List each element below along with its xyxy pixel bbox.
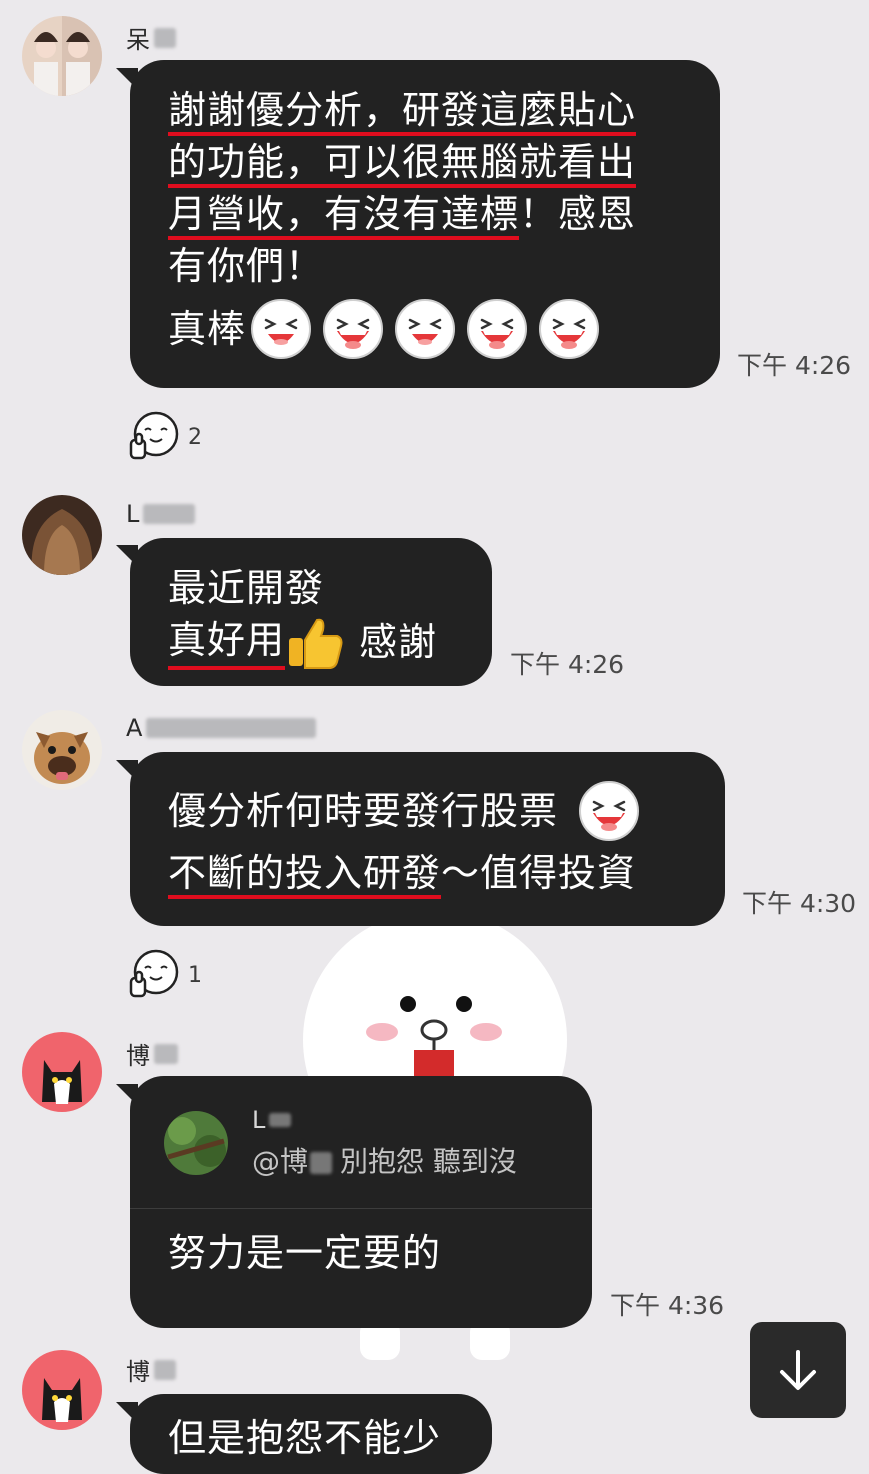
quote-text: @博 別抱怨 聽到沒 bbox=[252, 1145, 517, 1178]
avatar[interactable] bbox=[22, 710, 102, 790]
laughing-face-icon bbox=[394, 298, 456, 360]
message-text: 優分析何時要發行股票 不斷的投入研發～值得投資 bbox=[168, 780, 725, 904]
sender-name: 博 bbox=[126, 1352, 176, 1387]
scroll-to-bottom-button[interactable] bbox=[750, 1322, 846, 1418]
message-text: 但是抱怨不能少 bbox=[168, 1416, 442, 1460]
laughing-face-icon bbox=[466, 298, 528, 360]
message-bubble[interactable]: L @博 別抱怨 聽到沒 努力是一定要的 bbox=[130, 1076, 592, 1328]
arrow-down-icon bbox=[780, 1350, 816, 1390]
message-text: 努力是一定要的 bbox=[168, 1231, 442, 1275]
avatar[interactable] bbox=[22, 1350, 102, 1430]
sender-name: 呆 bbox=[126, 20, 176, 55]
message-text: 謝謝優分析，研發這麼貼心 的功能，可以很無腦就看出 月營收，有沒有達標！感恩 有… bbox=[168, 84, 720, 360]
message-time: 下午 4:36 bbox=[610, 1291, 725, 1320]
thumbs-up-face-sticker-icon bbox=[128, 410, 182, 464]
message-bubble[interactable]: 謝謝優分析，研發這麼貼心 的功能，可以很無腦就看出 月營收，有沒有達標！感恩 有… bbox=[130, 60, 720, 388]
quote-avatar bbox=[164, 1111, 228, 1175]
thumbs-up-face-sticker-icon bbox=[128, 948, 182, 1002]
message-bubble[interactable]: 最近開發 真好用 感謝 bbox=[130, 538, 492, 686]
sender-name: L bbox=[126, 500, 196, 528]
reply-quote[interactable]: L @博 別抱怨 聽到沒 bbox=[130, 1076, 592, 1209]
reaction[interactable]: 1 bbox=[128, 948, 202, 1002]
sender-name: 博 bbox=[126, 1036, 178, 1071]
message-time: 下午 4:26 bbox=[737, 351, 852, 380]
message-bubble[interactable]: 優分析何時要發行股票 不斷的投入研發～值得投資 bbox=[130, 752, 725, 926]
laughing-face-icon bbox=[250, 298, 312, 360]
laughing-face-icon bbox=[578, 780, 640, 842]
message-text: 最近開發 真好用 感謝 bbox=[168, 562, 492, 670]
message-time: 下午 4:26 bbox=[510, 650, 625, 679]
avatar[interactable] bbox=[22, 495, 102, 575]
thumbs-up-icon bbox=[289, 618, 343, 669]
sender-name: A bbox=[126, 714, 317, 742]
laughing-face-icon bbox=[322, 298, 384, 360]
reaction-count: 2 bbox=[188, 424, 202, 450]
laughing-face-icon bbox=[538, 298, 600, 360]
message-time: 下午 4:30 bbox=[742, 889, 857, 918]
avatar[interactable] bbox=[22, 1032, 102, 1112]
message-bubble[interactable]: 但是抱怨不能少 bbox=[130, 1394, 492, 1474]
avatar[interactable] bbox=[22, 16, 102, 96]
reaction[interactable]: 2 bbox=[128, 410, 202, 464]
quote-sender: L bbox=[252, 1106, 517, 1134]
reaction-count: 1 bbox=[188, 962, 202, 988]
